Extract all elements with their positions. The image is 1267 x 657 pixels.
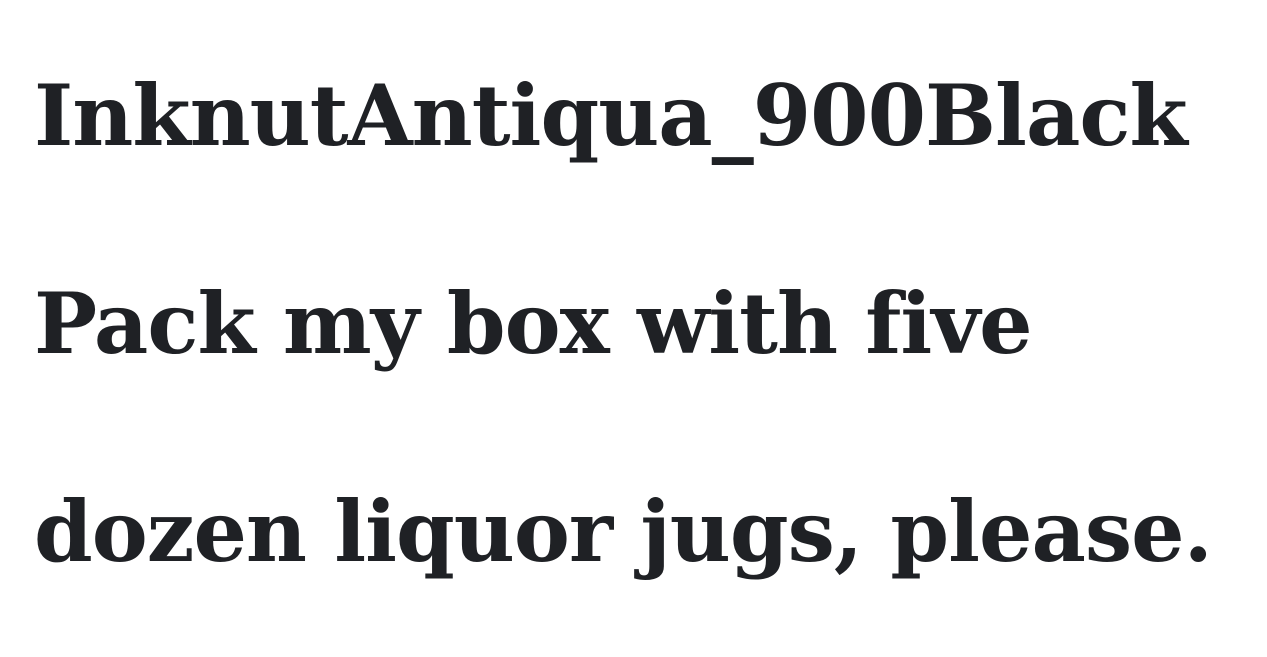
font-name-heading: InknutAntiqua_900Black bbox=[34, 66, 1188, 165]
font-specimen: InknutAntiqua_900Black Pack my box with … bbox=[34, 0, 1259, 657]
sample-text-line-2: dozen liquor jugs, please. bbox=[34, 482, 1213, 581]
sample-text-line-1: Pack my box with five bbox=[34, 274, 1033, 373]
